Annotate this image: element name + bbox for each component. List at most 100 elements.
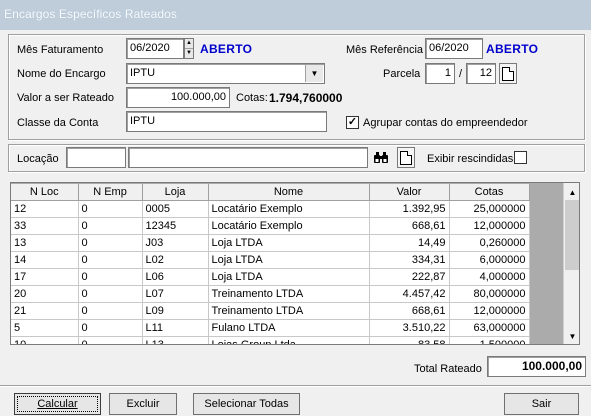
col-header[interactable]: Valor: [369, 184, 450, 201]
mes-referencia-field[interactable]: 06/2020: [425, 38, 483, 59]
table-cell: Loja LTDA: [208, 234, 370, 252]
parcela-label: Parcela: [383, 68, 421, 80]
mes-faturamento-field[interactable]: 06/2020: [126, 38, 184, 59]
table-row[interactable]: 13 0 J03 Loja LTDA 14,49 0,260000: [11, 234, 530, 252]
table-cell: 83,58: [369, 336, 450, 344]
parcela-separator: /: [459, 68, 463, 80]
table-cell: L13: [142, 336, 209, 344]
chevron-down-icon[interactable]: ▼: [305, 65, 323, 82]
table-cell: Locatário Exemplo: [208, 217, 370, 235]
table-cell: Loja LTDA: [208, 268, 370, 286]
table-cell: 1.392,95: [369, 200, 450, 218]
table-cell: Lojas Group Ltda: [208, 336, 370, 344]
parcela-total-field[interactable]: 12: [466, 63, 496, 84]
table-cell: 12345: [142, 217, 209, 235]
spin-down-icon[interactable]: ▼: [185, 49, 193, 58]
table-cell: 0: [78, 302, 143, 320]
locacao-search-button[interactable]: [371, 147, 391, 168]
cotas-label: Cotas:: [236, 92, 268, 104]
nome-encargo-select[interactable]: IPTU ▼: [126, 63, 325, 84]
table-cell: 5: [11, 319, 79, 337]
scroll-thumb[interactable]: [565, 200, 579, 270]
encargos-grid[interactable]: N Loc N Emp Loja Nome Valor Cotas 12 0 000…: [10, 182, 580, 345]
table-cell: L09: [142, 302, 209, 320]
table-row[interactable]: 12 0 0005 Locatário Exemplo 1.392,95 25,00000…: [11, 200, 530, 218]
table-cell: 222,87: [369, 268, 450, 286]
table-cell: 4.457,42: [369, 285, 450, 303]
calcular-button[interactable]: Calcular: [14, 393, 101, 415]
table-cell: 668,61: [369, 302, 450, 320]
table-row[interactable]: 17 0 L06 Loja LTDA 222,87 4,000000: [11, 268, 530, 286]
table-cell: 25,000000: [449, 200, 530, 218]
mes-faturamento-status: ABERTO: [200, 42, 253, 56]
bottom-separator: [0, 385, 591, 387]
valor-field[interactable]: 100.000,00: [126, 87, 230, 108]
table-row[interactable]: 10 0 L13 Lojas Group Ltda 83,58 1,500000: [11, 336, 530, 344]
grid-header-row: N Loc N Emp Loja Nome Valor Cotas: [11, 184, 530, 201]
table-cell: 80,000000: [449, 285, 530, 303]
table-cell: 0,260000: [449, 234, 530, 252]
scroll-up-icon[interactable]: ▲: [564, 184, 579, 201]
table-cell: 668,61: [369, 217, 450, 235]
sair-button[interactable]: Sair: [504, 393, 579, 415]
table-cell: 13: [11, 234, 79, 252]
spin-up-icon[interactable]: ▲: [185, 39, 193, 49]
cotas-value: 1.794,760000: [269, 91, 343, 105]
scroll-down-icon[interactable]: ▼: [564, 328, 579, 344]
locacao-page-button[interactable]: [397, 147, 415, 168]
classe-field[interactable]: IPTU: [126, 111, 327, 132]
table-cell: 20: [11, 285, 79, 303]
table-row[interactable]: 33 0 12345 Locatário Exemplo 668,61 12,000000: [11, 217, 530, 235]
table-cell: 63,000000: [449, 319, 530, 337]
table-cell: L11: [142, 319, 209, 337]
table-cell: 14,49: [369, 234, 450, 252]
table-cell: 334,31: [369, 251, 450, 269]
grid-vertical-scrollbar[interactable]: ▲ ▼: [563, 183, 579, 344]
valor-label: Valor a ser Rateado: [17, 92, 115, 104]
nome-encargo-label: Nome do Encargo: [17, 68, 106, 80]
agrupar-label: Agrupar contas do empreendedor: [363, 117, 528, 129]
col-header[interactable]: Loja: [142, 184, 209, 201]
table-cell: 0: [78, 251, 143, 269]
table-cell: 6,000000: [449, 251, 530, 269]
total-rateado-label: Total Rateado: [414, 363, 482, 375]
encargos-table: N Loc N Emp Loja Nome Valor Cotas 12 0 000…: [11, 184, 530, 344]
table-cell: 3.510,22: [369, 319, 450, 337]
col-header[interactable]: N Emp: [78, 184, 143, 201]
locacao-code-field[interactable]: [66, 147, 126, 168]
table-cell: 12: [11, 200, 79, 218]
table-row[interactable]: 5 0 L11 Fulano LTDA 3.510,22 63,000000: [11, 319, 530, 337]
window-title: Encargos Específicos Rateados: [4, 7, 177, 21]
table-cell: 0: [78, 285, 143, 303]
mes-faturamento-label: Mês Faturamento: [17, 44, 104, 56]
table-cell: Fulano LTDA: [208, 319, 370, 337]
table-row[interactable]: 21 0 L09 Treinamento LTDA 668,61 12,000000: [11, 302, 530, 320]
table-cell: 0005: [142, 200, 209, 218]
table-cell: 1,500000: [449, 336, 530, 344]
table-cell: 4,000000: [449, 268, 530, 286]
parcela-atual-field[interactable]: 1: [425, 63, 455, 84]
excluir-button[interactable]: Excluir: [109, 393, 177, 415]
col-header[interactable]: Cotas: [449, 184, 530, 201]
grid-body: 12 0 0005 Locatário Exemplo 1.392,95 25,00000…: [11, 200, 530, 344]
table-row[interactable]: 20 0 L07 Treinamento LTDA 4.457,42 80,000000: [11, 285, 530, 303]
sair-label: Sair: [531, 398, 552, 410]
table-cell: 21: [11, 302, 79, 320]
parcela-page-button[interactable]: [499, 63, 517, 84]
exibir-rescindidas-label: Exibir rescindidas: [427, 153, 514, 165]
table-cell: Locatário Exemplo: [208, 200, 370, 218]
col-header[interactable]: Nome: [208, 184, 370, 201]
locacao-label: Locação: [17, 153, 59, 165]
table-cell: 0: [78, 217, 143, 235]
total-rateado-field: 100.000,00: [487, 356, 586, 377]
col-header[interactable]: N Loc: [11, 184, 79, 201]
locacao-name-field[interactable]: [128, 147, 368, 168]
check-icon: ✓: [347, 116, 358, 128]
selecionar-todas-button[interactable]: Selecionar Todas: [193, 393, 300, 415]
agrupar-checkbox[interactable]: ✓: [346, 116, 359, 129]
exibir-rescindidas-checkbox[interactable]: [514, 151, 527, 164]
excluir-label: Excluir: [126, 398, 160, 410]
mes-faturamento-spinner[interactable]: ▲ ▼: [184, 38, 194, 59]
table-cell: 0: [78, 336, 143, 344]
table-row[interactable]: 14 0 L02 Loja LTDA 334,31 6,000000: [11, 251, 530, 269]
